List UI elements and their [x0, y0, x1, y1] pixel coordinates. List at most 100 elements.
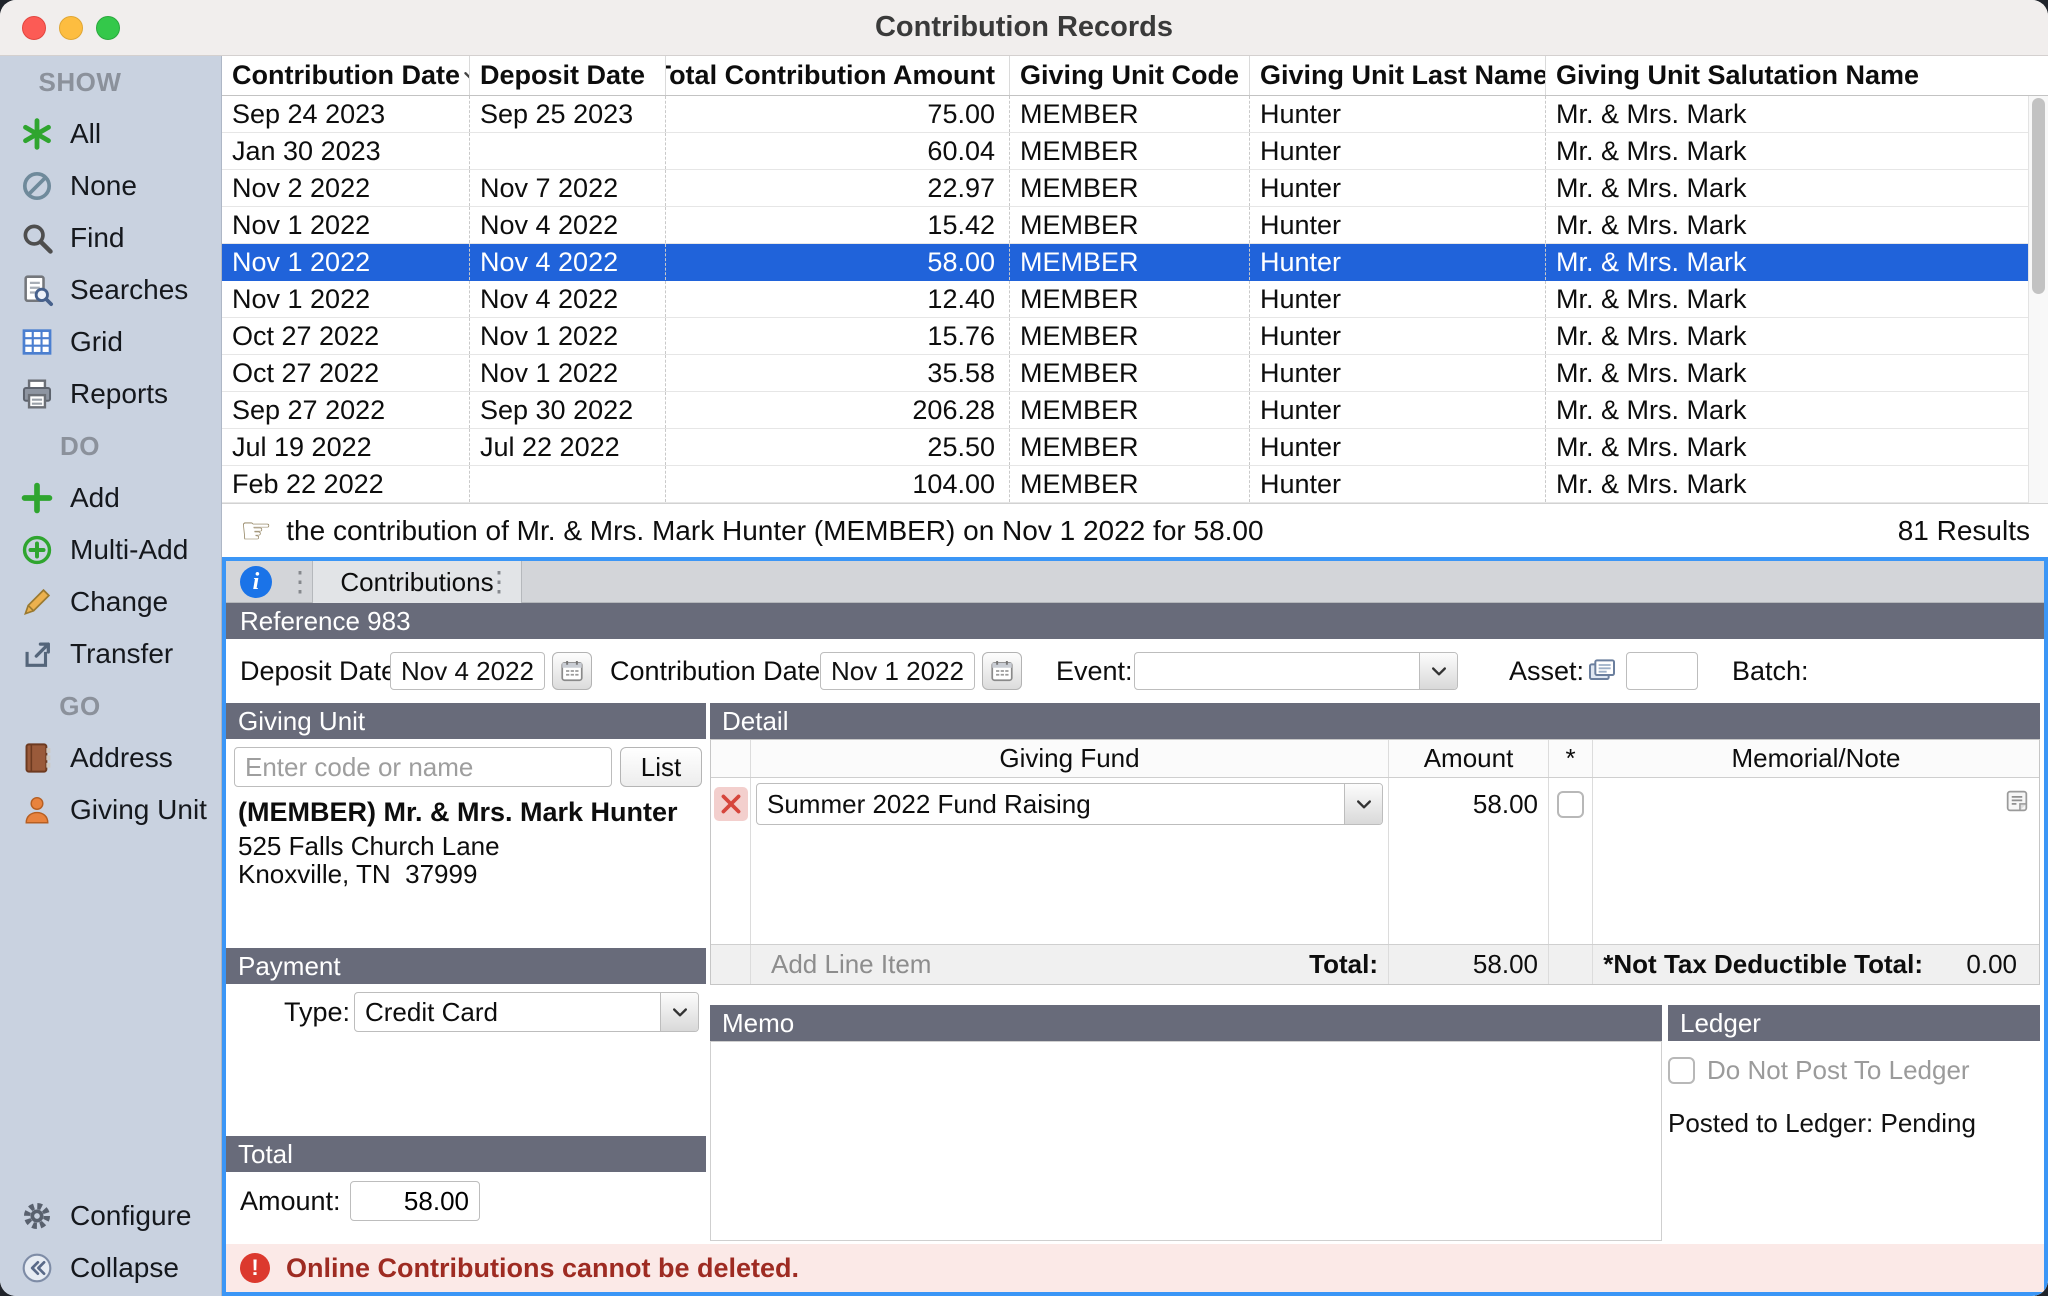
chevron-down-icon[interactable] — [1344, 784, 1382, 824]
asset-input[interactable] — [1626, 652, 1698, 690]
sidebar-item-label: All — [70, 118, 101, 150]
tab-contributions[interactable]: Contributions ⋮ — [312, 561, 522, 603]
payment-type-value: Credit Card — [355, 997, 660, 1028]
table-row[interactable]: Oct 27 2022 Nov 1 2022 15.76 MEMBER Hunt… — [222, 318, 2028, 355]
cell-giving-unit-code: MEMBER — [1010, 207, 1250, 243]
deposit-date-input[interactable] — [390, 652, 545, 690]
zoom-window-button[interactable] — [96, 16, 120, 40]
line-item-amount[interactable]: 58.00 — [1389, 778, 1549, 830]
column-header-contribution-date[interactable]: Contribution Date — [222, 56, 470, 95]
scrollbar-thumb[interactable] — [2032, 98, 2045, 294]
table-row[interactable]: Nov 2 2022 Nov 7 2022 22.97 MEMBER Hunte… — [222, 170, 2028, 207]
event-select[interactable] — [1134, 652, 1458, 690]
cell-salutation: Mr. & Mrs. Mark — [1546, 170, 2028, 206]
contribution-date-calendar-icon[interactable] — [982, 652, 1022, 690]
delete-line-item-icon[interactable] — [714, 787, 748, 821]
batch-label: Batch: — [1732, 639, 1809, 703]
table-row[interactable]: Feb 22 2022 104.00 MEMBER Hunter Mr. & M… — [222, 466, 2028, 503]
sidebar-item-grid[interactable]: Grid — [0, 316, 221, 368]
share-icon — [20, 637, 54, 671]
amount-input[interactable] — [350, 1181, 480, 1221]
sidebar-section-go: GO — [0, 680, 160, 732]
cell-giving-unit-code: MEMBER — [1010, 392, 1250, 428]
tab-drag-handle-icon[interactable]: ⋮ — [485, 561, 513, 603]
table-row[interactable]: Jul 19 2022 Jul 22 2022 25.50 MEMBER Hun… — [222, 429, 2028, 466]
giving-fund-select[interactable]: Summer 2022 Fund Raising — [756, 783, 1383, 825]
info-icon[interactable]: i — [240, 566, 272, 598]
memo-input[interactable] — [710, 1041, 1662, 1241]
cell-amount: 15.42 — [666, 207, 1010, 243]
column-header-total-amount[interactable]: Total Contribution Amount — [666, 56, 1010, 95]
table-row[interactable]: Sep 27 2022 Sep 30 2022 206.28 MEMBER Hu… — [222, 392, 2028, 429]
cell-deposit-date: Nov 4 2022 — [470, 207, 666, 243]
drag-handle-icon[interactable]: ⋮ — [286, 561, 314, 603]
column-header-deposit-date[interactable]: Deposit Date — [470, 56, 666, 95]
table-row[interactable]: Nov 1 2022 Nov 4 2022 58.00 MEMBER Hunte… — [222, 244, 2028, 281]
ledger-header: Ledger — [1668, 1005, 2040, 1041]
sidebar-item-label: Change — [70, 586, 168, 618]
line-items-footer: Add Line Item Total: 58.00 *Not Tax Dedu… — [711, 944, 2039, 984]
sidebar-item-collapse[interactable]: Collapse — [0, 1242, 222, 1294]
sidebar-item-change[interactable]: Change — [0, 576, 221, 628]
sidebar-item-transfer[interactable]: Transfer — [0, 628, 221, 680]
not-deductible-cell — [1549, 778, 1593, 830]
table-row[interactable]: Nov 1 2022 Nov 4 2022 12.40 MEMBER Hunte… — [222, 281, 2028, 318]
memorial-note-cell[interactable] — [1593, 778, 2039, 830]
table-scrollbar[interactable] — [2028, 96, 2048, 503]
column-header-last-name[interactable]: Giving Unit Last Name — [1250, 56, 1546, 95]
deposit-date-label: Deposit Date: — [240, 639, 404, 703]
cell-last-name: Hunter — [1250, 96, 1546, 132]
sidebar-item-giving-unit[interactable]: Giving Unit — [0, 784, 221, 836]
collapse-icon — [20, 1251, 54, 1285]
cell-contribution-date: Sep 24 2023 — [222, 96, 470, 132]
deposit-date-calendar-icon[interactable] — [552, 652, 592, 690]
giving-fund-value: Summer 2022 Fund Raising — [757, 789, 1344, 820]
chevron-down-icon[interactable] — [1419, 653, 1457, 689]
pencil-icon — [20, 585, 54, 619]
sidebar-item-address[interactable]: Address — [0, 732, 221, 784]
sidebar-item-reports[interactable]: Reports — [0, 368, 221, 420]
cell-amount: 15.76 — [666, 318, 1010, 354]
close-window-button[interactable] — [22, 16, 46, 40]
sidebar-item-multi-add[interactable]: Multi-Add — [0, 524, 221, 576]
giving-unit-search-input[interactable] — [234, 747, 612, 787]
add-line-item-button[interactable]: Add Line Item — [771, 949, 931, 980]
magnifier-icon — [20, 221, 54, 255]
table-row[interactable]: Oct 27 2022 Nov 1 2022 35.58 MEMBER Hunt… — [222, 355, 2028, 392]
plus-icon — [20, 481, 54, 515]
not-tax-deductible-label: *Not Tax Deductible Total: — [1603, 949, 1923, 980]
contribution-date-input[interactable] — [820, 652, 975, 690]
do-not-post-label: Do Not Post To Ledger — [1707, 1055, 1970, 1086]
cell-contribution-date: Sep 27 2022 — [222, 392, 470, 428]
asset-cards-icon[interactable] — [1582, 652, 1622, 690]
memo-note-icon[interactable] — [2003, 787, 2031, 822]
window-title: Contribution Records — [0, 0, 2048, 55]
cell-amount: 104.00 — [666, 466, 1010, 502]
column-header-delete — [711, 740, 751, 777]
line-items-total: 58.00 — [1389, 945, 1549, 984]
chevron-down-icon[interactable] — [660, 993, 698, 1031]
sidebar-item-none[interactable]: None — [0, 160, 221, 212]
line-item-row: Summer 2022 Fund Raising 58.00 — [711, 778, 2039, 830]
cell-last-name: Hunter — [1250, 392, 1546, 428]
not-deductible-checkbox[interactable] — [1557, 791, 1584, 818]
cell-amount: 58.00 — [666, 244, 1010, 280]
cell-salutation: Mr. & Mrs. Mark — [1546, 318, 2028, 354]
table-row[interactable]: Sep 24 2023 Sep 25 2023 75.00 MEMBER Hun… — [222, 96, 2028, 133]
list-button[interactable]: List — [620, 747, 702, 787]
app-window: Contribution Records SHOWAllNoneFindSear… — [0, 0, 2048, 1296]
minimize-window-button[interactable] — [59, 16, 83, 40]
table-row[interactable]: Nov 1 2022 Nov 4 2022 15.42 MEMBER Hunte… — [222, 207, 2028, 244]
sidebar-item-searches[interactable]: Searches — [0, 264, 221, 316]
cell-salutation: Mr. & Mrs. Mark — [1546, 355, 2028, 391]
do-not-post-checkbox[interactable] — [1668, 1057, 1695, 1084]
table-row[interactable]: Jan 30 2023 60.04 MEMBER Hunter Mr. & Mr… — [222, 133, 2028, 170]
sidebar-item-configure[interactable]: Configure — [0, 1190, 222, 1242]
sidebar-item-add[interactable]: Add — [0, 472, 221, 524]
address-book-icon — [20, 741, 54, 775]
sidebar-item-all[interactable]: All — [0, 108, 221, 160]
column-header-salutation[interactable]: Giving Unit Salutation Name — [1546, 56, 2048, 95]
sidebar-item-find[interactable]: Find — [0, 212, 221, 264]
payment-type-select[interactable]: Credit Card — [354, 992, 699, 1032]
column-header-giving-unit-code[interactable]: Giving Unit Code — [1010, 56, 1250, 95]
